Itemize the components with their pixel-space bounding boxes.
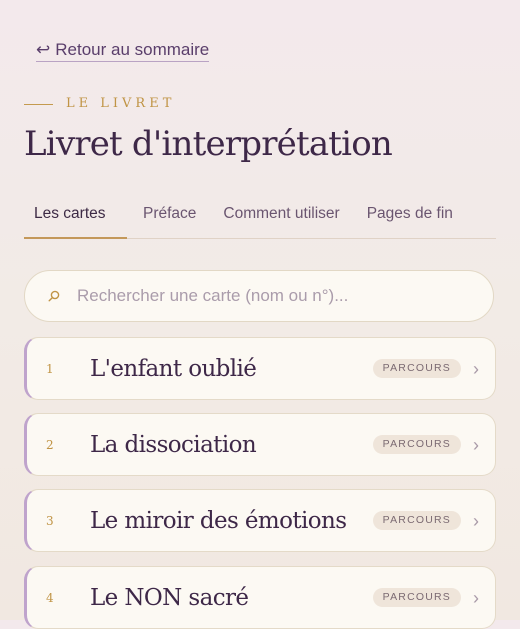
- card-number: 2: [46, 437, 54, 452]
- card-item[interactable]: 2 La dissociation PARCOURS ›: [24, 413, 496, 476]
- card-number: 3: [46, 513, 54, 528]
- chevron-right-icon: ›: [473, 587, 479, 608]
- card-number: 1: [46, 361, 54, 376]
- search-input[interactable]: [75, 285, 479, 307]
- tab-comment-utiliser[interactable]: Comment utiliser: [223, 192, 339, 238]
- card-item[interactable]: 3 Le miroir des émotions PARCOURS ›: [24, 489, 496, 552]
- section-eyebrow: LE LIVRET: [24, 96, 175, 112]
- eyebrow-rule: [24, 103, 53, 105]
- card-badge: PARCOURS: [372, 435, 461, 454]
- tab-bar: Les cartes Préface Comment utiliser Page…: [24, 192, 496, 239]
- search-icon: [48, 290, 60, 302]
- chevron-right-icon: ›: [473, 434, 479, 455]
- back-link-label: Retour au sommaire: [55, 40, 210, 59]
- card-title: La dissociation: [90, 431, 257, 458]
- card-number: 4: [46, 590, 54, 605]
- eyebrow-label: LE LIVRET: [66, 96, 176, 111]
- card-item[interactable]: 1 L'enfant oublié PARCOURS ›: [24, 337, 496, 400]
- chevron-right-icon: ›: [473, 358, 479, 379]
- card-title: Le NON sacré: [90, 584, 249, 611]
- tab-pages-de-fin[interactable]: Pages de fin: [367, 192, 453, 238]
- chevron-right-icon: ›: [473, 510, 479, 531]
- search-bar: [24, 270, 494, 322]
- card-title: Le miroir des émotions: [90, 507, 347, 534]
- card-title: L'enfant oublié: [90, 355, 257, 382]
- tab-preface[interactable]: Préface: [143, 192, 196, 238]
- card-badge: PARCOURS: [372, 588, 461, 607]
- back-to-summary-link[interactable]: ↩ Retour au sommaire: [36, 40, 210, 62]
- tab-les-cartes[interactable]: Les cartes: [24, 192, 127, 239]
- page-title: Livret d'interprétation: [24, 124, 393, 164]
- card-badge: PARCOURS: [372, 359, 461, 378]
- return-arrow-icon: ↩: [36, 40, 51, 59]
- card-badge: PARCOURS: [372, 511, 461, 530]
